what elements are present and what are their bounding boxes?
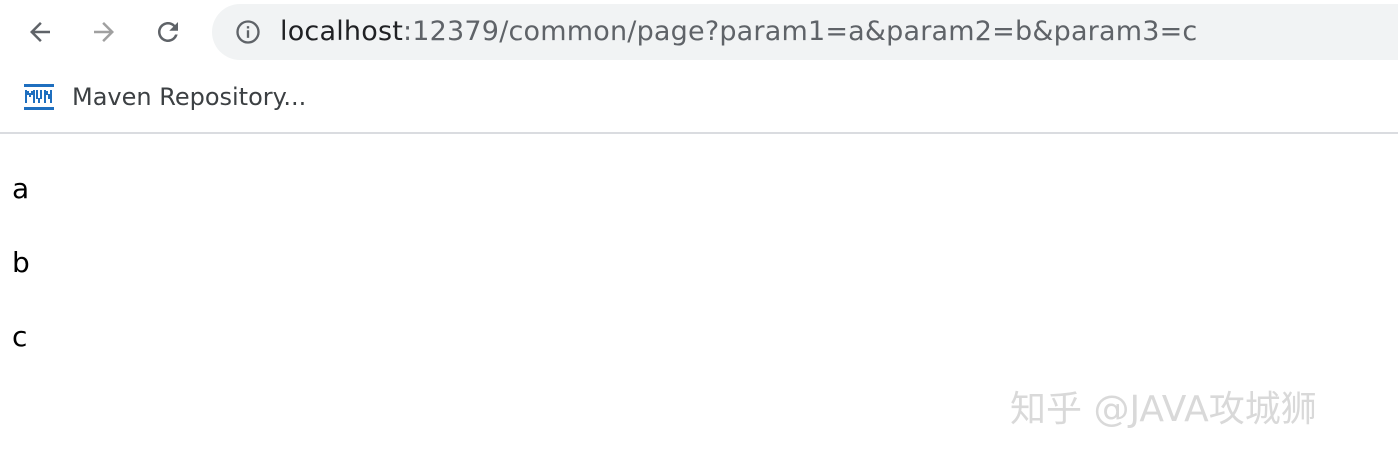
url-text[interactable]: localhost:12379/common/page?param1=a&par…	[280, 15, 1197, 49]
maven-icon	[24, 84, 54, 110]
reload-icon	[158, 22, 178, 42]
browser-toolbar: localhost:12379/common/page?param1=a&par…	[0, 0, 1398, 64]
bookmark-label: Maven Repository...	[72, 83, 307, 111]
forward-arrow-icon	[94, 22, 114, 42]
param2-value: b	[12, 246, 30, 279]
bookmarks-bar: Maven Repository...	[0, 64, 1398, 134]
bookmark-maven-repository[interactable]: Maven Repository...	[24, 80, 306, 114]
back-arrow-icon	[30, 22, 50, 42]
back-button[interactable]	[20, 12, 60, 52]
reload-button[interactable]	[148, 12, 188, 52]
param3-value: c	[12, 320, 28, 353]
info-icon[interactable]	[234, 18, 262, 46]
forward-button[interactable]	[84, 12, 124, 52]
address-bar[interactable]: localhost:12379/common/page?param1=a&par…	[212, 4, 1398, 60]
watermark: 知乎 @JAVA攻城狮	[1010, 389, 1317, 430]
param1-value: a	[12, 172, 30, 205]
url-host: localhost	[280, 16, 403, 47]
url-path: :12379/common/page?param1=a&param2=b&par…	[403, 16, 1198, 47]
